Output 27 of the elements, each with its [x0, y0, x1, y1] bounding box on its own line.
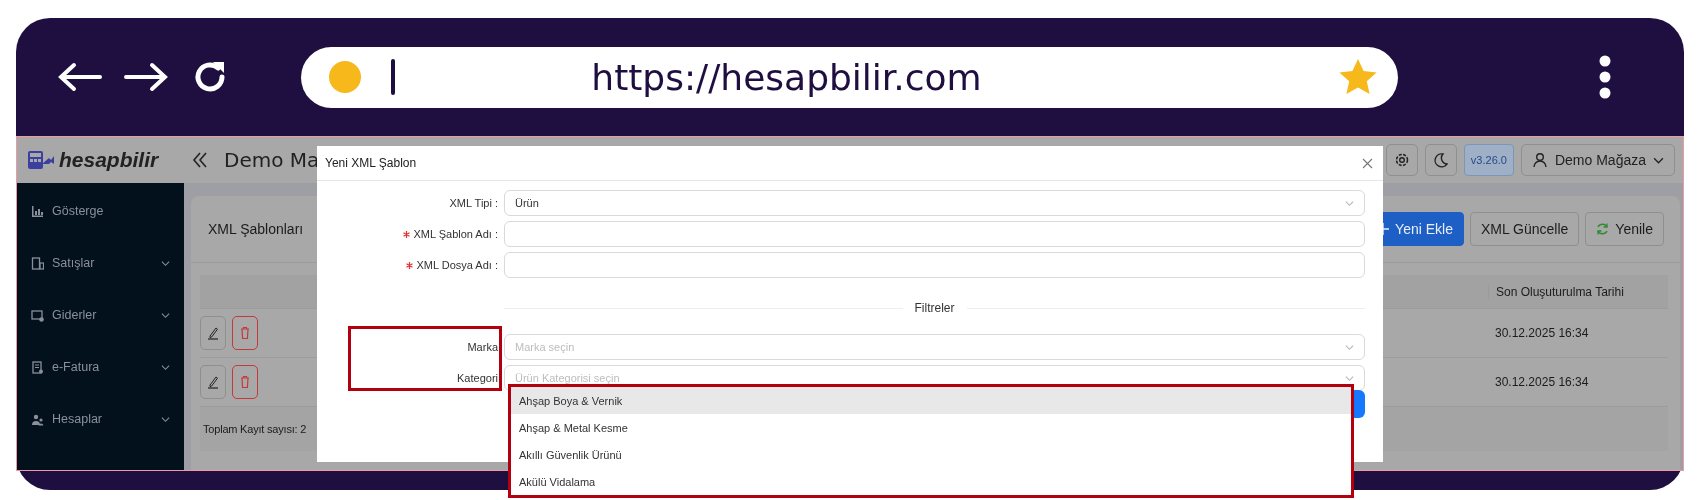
table-cell-text: 30.12.2025 16:34	[1494, 326, 1590, 340]
field-label: XML Tipi :	[449, 197, 498, 209]
page-title: XML Şablonları	[208, 221, 304, 237]
sidebar-item[interactable]: Hesaplar	[17, 407, 184, 431]
field-label: XML Dosya Adı :	[416, 259, 498, 271]
user-menu[interactable]: Demo Mağaza	[1520, 144, 1675, 176]
section-heading: Filtreler	[914, 301, 955, 315]
sidebar-item[interactable]: e-Fatura	[17, 355, 184, 379]
table-cell-text: 30.12.2025 16:34	[1494, 375, 1590, 389]
sidebar-item[interactable]: Gösterge	[17, 199, 184, 223]
sidebar-item[interactable]: Giderler	[17, 303, 184, 327]
field-label: Kategori	[457, 372, 498, 384]
refresh-button[interactable]: Yenile	[1585, 212, 1664, 246]
record-count: Toplam Kayıt sayısı: 2	[203, 423, 307, 435]
select-field[interactable]: Ürün	[504, 190, 1365, 216]
field-label: XML Şablon Adı :	[413, 228, 498, 240]
dropdown-option[interactable]: Ahşap Boya & Vernik	[511, 387, 1351, 414]
url-text: https://hesapbilir.com	[590, 56, 983, 98]
store-title: Demo Ma	[224, 148, 320, 172]
dialog-title: Yeni XML Şablon	[325, 156, 417, 170]
sidebar-item[interactable]: Satışlar	[17, 251, 184, 275]
update-button[interactable]: XML Güncelle	[1469, 212, 1580, 246]
brand-name: hesapbilir	[59, 148, 159, 172]
field-label: Marka	[467, 341, 498, 353]
address-bar[interactable]: https://hesapbilir.com	[301, 46, 1398, 108]
version-badge[interactable]: v3.26.0	[1463, 144, 1514, 176]
column-header: Son Oluşuturulma Tarihi	[1488, 284, 1668, 299]
